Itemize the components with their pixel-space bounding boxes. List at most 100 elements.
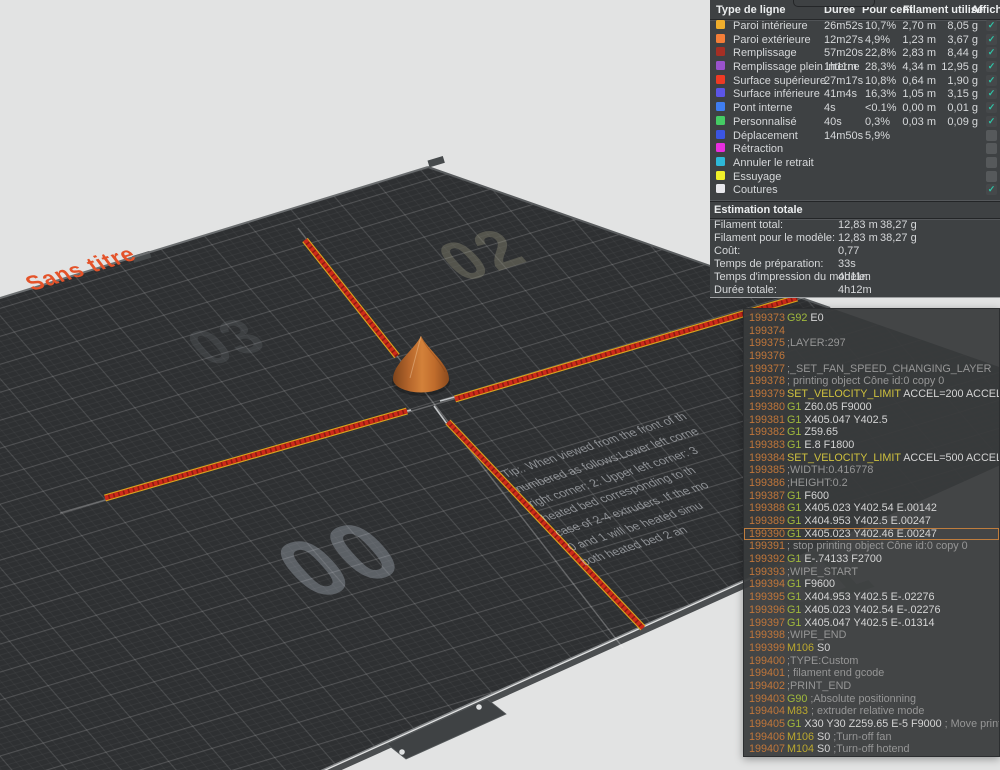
line-type-swatch [716, 170, 725, 180]
show-checkbox[interactable]: ✓ [986, 33, 997, 45]
line-type-label: Paroi extérieure [733, 33, 811, 46]
show-checkbox[interactable] [986, 143, 997, 155]
gcode-line[interactable]: 199405 G1 X30 Y30 Z259.65 E-5 F9000 ; Mov… [744, 718, 999, 731]
gcode-line[interactable]: 199404 M83 ; extruder relative mode [744, 705, 999, 718]
total-value: 0,77 [838, 244, 860, 257]
gcode-token: M106 [787, 730, 815, 743]
gcode-line-number: 199388 [749, 502, 786, 515]
show-checkbox[interactable] [986, 156, 997, 168]
gcode-line[interactable]: 199406 M106 S0 ;Turn-off fan [744, 731, 999, 744]
gcode-line[interactable]: 199380 G1 Z60.05 F9000 [744, 401, 999, 414]
line-type-row: Déplacement 14m50s 5,9% [710, 129, 1000, 144]
show-checkbox[interactable]: ✓ [986, 61, 997, 73]
gcode-line[interactable]: 199398 ;WIPE_END [744, 629, 999, 642]
gcode-line[interactable]: 199387 G1 F600 [744, 490, 999, 503]
gcode-line-number: 199403 [749, 692, 786, 705]
line-type-row: Paroi extérieure 12m27s 4,9% 1,23 m 3,67 g ✓ [710, 33, 1000, 48]
gcode-token: ;Turn-off fan [830, 730, 892, 743]
line-type-swatch [716, 184, 725, 194]
line-type-row: Remplissage plein interne 1h11m 28,3% 4,34 … [710, 61, 1000, 75]
gcode-line[interactable]: 199388 G1 X405.023 Y402.54 E.00142 [744, 502, 999, 515]
filament-length-value: 4,34 m [902, 61, 936, 74]
gcode-line-number: 199396 [749, 603, 786, 616]
gcode-line[interactable]: 199397 G1 X405.047 Y402.5 E-.01314 [744, 617, 999, 630]
gcode-line[interactable]: 199391; stop printing object Cône id:0 c… [744, 540, 999, 553]
gcode-line-number: 199383 [749, 438, 786, 451]
gcode-line[interactable]: 199389 G1 X404.953 Y402.5 E.00247 [744, 515, 999, 528]
gcode-line[interactable]: 199376 [744, 350, 999, 363]
gcode-token: X404.953 Y402.5 E.00247 [801, 515, 931, 527]
filament-weight-value: 12,95 g [941, 61, 978, 74]
show-checkbox[interactable]: ✓ [986, 102, 997, 114]
show-checkbox[interactable]: ✓ [986, 74, 997, 86]
col-show: Affiche [971, 4, 1000, 16]
total-label: Coût: [714, 244, 741, 257]
filament-length-value: 0,03 m [902, 115, 936, 128]
gcode-line[interactable]: 199392 G1 E-.74133 F2700 [744, 553, 999, 566]
gcode-line[interactable]: 199375 ;LAYER:297 [744, 337, 999, 350]
gcode-line[interactable]: 199383 G1 E.8 F1800 [744, 439, 999, 452]
show-checkbox[interactable]: ✓ [986, 47, 997, 59]
gcode-line-number: 199386 [749, 476, 786, 489]
panel-collapse-tab[interactable] [793, 0, 875, 7]
line-type-swatch [716, 156, 725, 166]
gcode-line[interactable]: 199378; printing object Cône id:0 copy 0 [744, 375, 999, 388]
line-type-label: Paroi intérieure [733, 20, 808, 32]
gcode-line[interactable]: 199384SET_VELOCITY_LIMIT ACCEL=500 ACCEL… [744, 452, 999, 465]
gcode-line[interactable]: 199379SET_VELOCITY_LIMIT ACCEL=200 ACCEL… [744, 388, 999, 401]
gcode-line-number: 199374 [749, 324, 786, 337]
gcode-line[interactable]: 199394 G1 F9600 [744, 578, 999, 591]
gcode-token: ;Absolute positionning [807, 692, 917, 705]
gcode-token: ; Move print head up [944, 718, 1000, 730]
totals-rows: Filament total: 12,83 m 38,27 g Filament po… [710, 219, 1000, 297]
gcode-token: E-.74133 F2700 [801, 553, 882, 566]
gcode-line[interactable]: 199393 ;WIPE_START [744, 566, 999, 579]
col-type: Type de ligne [716, 4, 786, 16]
show-checkbox[interactable]: ✓ [986, 88, 997, 100]
gcode-line[interactable]: 199373 G92 E0 [744, 312, 999, 325]
gcode-token: SET_VELOCITY_LIMIT [787, 388, 901, 401]
gcode-line[interactable]: 199390 G1 X405.023 Y402.46 E.00247 [744, 528, 999, 541]
gcode-token: G1 [787, 603, 802, 616]
filament-length-value: 1,23 m [902, 33, 936, 46]
line-type-rows: Paroi intérieure 26m52s 10,7% 2,70 m 8,05 g ✓… [710, 20, 1000, 198]
total-value: 12,83 m [838, 231, 878, 244]
gcode-line[interactable]: 199396 G1 X405.023 Y402.54 E-.02276 [744, 604, 999, 617]
gcode-line[interactable]: 199401; filament end gcode [744, 667, 999, 680]
gcode-token: X405.023 Y402.54 E.00142 [801, 502, 937, 515]
line-type-swatch [716, 129, 725, 139]
gcode-line[interactable]: 199399 M106 S0 [744, 642, 999, 655]
total-row: Temps de préparation: 33s [710, 258, 1000, 271]
gcode-line[interactable]: 199374 [744, 325, 999, 338]
gcode-token: ;LAYER:297 [787, 337, 846, 350]
gcode-line[interactable]: 199382 G1 Z59.65 [744, 426, 999, 439]
gcode-line[interactable]: 199403 G90 ;Absolute positionning [744, 693, 999, 706]
show-checkbox[interactable]: ✓ [986, 184, 997, 196]
gcode-token: ;_SET_FAN_SPEED_CHANGING_LAYER [787, 362, 992, 375]
line-type-row: Surface inférieure 41m4s 16,3% 1,05 m 3,15 g… [710, 88, 1000, 102]
gcode-line[interactable]: 199381 G1 X405.047 Y402.5 [744, 414, 999, 427]
gcode-token: ; filament end gcode [787, 667, 885, 680]
duration-value: 57m20s [824, 47, 864, 60]
gcode-token: M104 [787, 743, 815, 756]
show-checkbox[interactable]: ✓ [986, 20, 997, 31]
line-type-swatch [716, 61, 725, 71]
gcode-line[interactable]: 199400 ;TYPE:Custom [744, 655, 999, 668]
gcode-line[interactable]: 199402 ;PRINT_END [744, 680, 999, 693]
gcode-line-number: 199392 [749, 553, 786, 566]
show-checkbox[interactable] [986, 170, 997, 182]
show-checkbox[interactable] [986, 129, 997, 141]
duration-value: 12m27s [824, 33, 864, 46]
gcode-line[interactable]: 199377 ;_SET_FAN_SPEED_CHANGING_LAYER [744, 363, 999, 376]
total-row: Filament pour le modèle: 12,83 m 38,27 g [710, 232, 1000, 245]
show-checkbox[interactable]: ✓ [986, 115, 997, 127]
gcode-line[interactable]: 199386 ;HEIGHT:0.2 [744, 477, 999, 490]
gcode-line[interactable]: 199395 G1 X404.953 Y402.5 E-.02276 [744, 591, 999, 604]
totals-title: Estimation totale [710, 200, 1000, 219]
gcode-token: X405.047 Y402.5 [801, 413, 888, 426]
line-type-label: Essuyage [733, 170, 782, 183]
gcode-token: X405.023 Y402.54 E-.02276 [801, 603, 941, 616]
gcode-line[interactable]: 199407 M104 S0 ;Turn-off hotend [744, 743, 999, 756]
gcode-line[interactable]: 199385 ;WIDTH:0.416778 [744, 464, 999, 477]
gcode-token: ACCEL=500 ACCEL_TO_DECEL=25 [903, 451, 999, 464]
